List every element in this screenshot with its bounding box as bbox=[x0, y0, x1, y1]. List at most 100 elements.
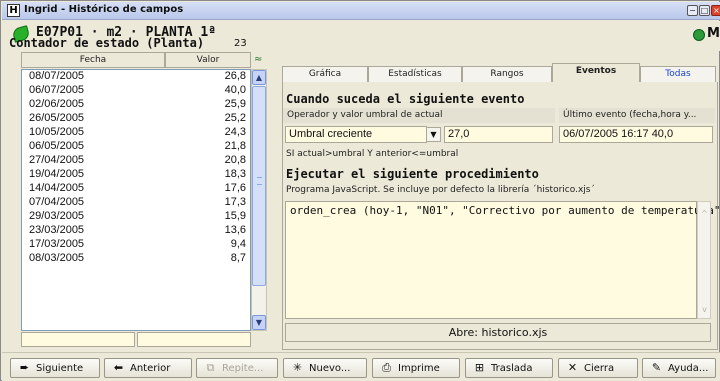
bottom-toolbar: ➨ Siguiente ⬅ Anterior ⧉ Repite... ✳ Nuevo..… bbox=[2, 352, 720, 381]
item-value: 21,8 bbox=[224, 140, 246, 152]
tab-grafica[interactable]: Gráfica bbox=[282, 66, 368, 82]
item-date: 26/05/2005 bbox=[29, 112, 85, 124]
list-item[interactable]: 06/05/2005 21,8 bbox=[22, 140, 250, 153]
list-item[interactable]: 17/03/2005 9,4 bbox=[22, 238, 250, 251]
siguiente-label: Siguiente bbox=[36, 363, 84, 374]
minimize-button[interactable]: − bbox=[687, 5, 698, 16]
open-library-button[interactable]: Abre: historico.xjs bbox=[285, 323, 711, 342]
list-scrollbar[interactable]: ▲ ▼ bbox=[251, 69, 267, 331]
chevron-up-icon[interactable]: ^ bbox=[699, 208, 710, 219]
script-code: orden_crea (hoy-1, "N01", "Correctivo po… bbox=[290, 204, 720, 217]
chevron-down-icon[interactable]: v bbox=[699, 304, 710, 315]
threshold-input[interactable]: 27,0 bbox=[444, 126, 553, 143]
item-value: 17,3 bbox=[224, 196, 246, 208]
item-value: 26,8 bbox=[224, 70, 246, 82]
item-value: 9,4 bbox=[230, 238, 246, 250]
cierra-label: Cierra bbox=[584, 363, 615, 374]
scroll-thumb[interactable] bbox=[252, 86, 266, 286]
item-value: 15,9 bbox=[224, 210, 246, 222]
new-icon: ✳ bbox=[292, 361, 303, 374]
list-item[interactable]: 19/04/2005 18,3 bbox=[22, 168, 250, 181]
list-item[interactable]: 26/05/2005 25,2 bbox=[22, 112, 250, 125]
list-item[interactable]: 23/03/2005 13,6 bbox=[22, 224, 250, 237]
tab-eventos[interactable]: Eventos bbox=[552, 63, 640, 82]
item-date: 17/03/2005 bbox=[29, 238, 85, 250]
anterior-button[interactable]: ⬅ Anterior bbox=[104, 358, 192, 378]
list-item[interactable]: 14/04/2005 17,6 bbox=[22, 182, 250, 195]
imprime-button[interactable]: ⎙ Imprime bbox=[372, 358, 460, 378]
item-date: 10/05/2005 bbox=[29, 126, 85, 138]
history-title: Contador de estado (Planta) bbox=[9, 36, 205, 50]
column-header-date[interactable]: Fecha bbox=[21, 52, 165, 68]
scroll-up-button[interactable]: ▲ bbox=[252, 70, 266, 85]
nuevo-button[interactable]: ✳ Nuevo... bbox=[283, 358, 367, 378]
value-filter-input[interactable] bbox=[137, 332, 251, 347]
maximize-button[interactable]: □ bbox=[699, 5, 710, 16]
close-window-button[interactable]: × bbox=[711, 5, 720, 16]
ayuda-label: Ayuda... bbox=[668, 363, 709, 374]
item-date: 23/03/2005 bbox=[29, 224, 85, 236]
arrow-left-icon: ⬅ bbox=[113, 361, 124, 374]
item-value: 18,3 bbox=[224, 168, 246, 180]
item-date: 08/07/2005 bbox=[29, 70, 85, 82]
main-window: H Ingrid - Histórico de campos − □ × E07… bbox=[0, 0, 720, 381]
binoculars-icon[interactable]: M bbox=[707, 26, 720, 41]
list-item[interactable]: 06/07/2005 40,0 bbox=[22, 84, 250, 97]
imprime-label: Imprime bbox=[398, 363, 440, 374]
item-date: 27/04/2005 bbox=[29, 154, 85, 166]
item-value: 40,0 bbox=[224, 84, 246, 96]
tab-estadisticas[interactable]: Estadísticas bbox=[368, 66, 462, 82]
cierra-button[interactable]: ✕ Cierra bbox=[558, 358, 638, 378]
list-item[interactable]: 08/03/2005 8,7 bbox=[22, 252, 250, 265]
list-item[interactable]: 02/06/2005 25,9 bbox=[22, 98, 250, 111]
date-filter-input[interactable] bbox=[21, 332, 135, 347]
event-heading: Cuando suceda el siguiente evento bbox=[286, 92, 525, 106]
globe-icon[interactable] bbox=[693, 29, 705, 41]
column-header-value[interactable]: Valor bbox=[165, 52, 251, 68]
list-item[interactable]: 08/07/2005 26,8 bbox=[22, 70, 250, 83]
item-value: 13,6 bbox=[224, 224, 246, 236]
list-item[interactable]: 27/04/2005 20,8 bbox=[22, 154, 250, 167]
list-item[interactable]: 29/03/2005 15,9 bbox=[22, 210, 250, 223]
item-date: 02/06/2005 bbox=[29, 98, 85, 110]
window-title: Ingrid - Histórico de campos bbox=[24, 4, 184, 15]
scroll-down-button[interactable]: ▼ bbox=[252, 315, 266, 330]
item-date: 06/05/2005 bbox=[29, 140, 85, 152]
operator-select[interactable]: Umbral creciente bbox=[285, 126, 427, 143]
siguiente-button[interactable]: ➨ Siguiente bbox=[10, 358, 100, 378]
grip-icon bbox=[257, 177, 262, 185]
close-x-icon: ✕ bbox=[567, 361, 578, 374]
procedure-note: Programa JavaScript. Se incluye por defe… bbox=[286, 185, 595, 195]
script-editor[interactable]: orden_crea (hoy-1, "N01", "Correctivo po… bbox=[285, 201, 720, 319]
item-date: 08/03/2005 bbox=[29, 252, 85, 264]
tab-rangos[interactable]: Rangos bbox=[462, 66, 552, 82]
list-item[interactable]: 07/04/2005 17,3 bbox=[22, 196, 250, 209]
item-value: 25,9 bbox=[224, 98, 246, 110]
repite-label: Repite... bbox=[222, 363, 264, 374]
app-icon: H bbox=[7, 4, 20, 17]
item-value: 24,3 bbox=[224, 126, 246, 138]
traslada-label: Traslada bbox=[491, 363, 533, 374]
editor-scrollbar[interactable]: ^ v bbox=[697, 201, 711, 319]
item-value: 8,7 bbox=[230, 252, 246, 264]
tab-strip: Gráfica Estadísticas Rangos Eventos Toda… bbox=[282, 63, 718, 82]
arrow-right-icon: ➨ bbox=[19, 361, 30, 374]
operator-label: Operador y valor umbral de actual bbox=[283, 108, 555, 123]
ayuda-button[interactable]: ✎ Ayuda... bbox=[642, 358, 716, 378]
traslada-button[interactable]: ⊞ Traslada bbox=[465, 358, 553, 378]
repite-button[interactable]: ⧉ Repite... bbox=[196, 358, 278, 378]
record-count: 23 bbox=[234, 38, 247, 49]
tab-todas[interactable]: Todas bbox=[640, 66, 716, 82]
printer-icon: ⎙ bbox=[382, 361, 391, 374]
item-value: 20,8 bbox=[224, 154, 246, 166]
sort-icon[interactable]: ≈ bbox=[254, 54, 262, 65]
anterior-label: Anterior bbox=[130, 363, 171, 374]
list-item[interactable]: 10/05/2005 24,3 bbox=[22, 126, 250, 139]
history-list[interactable]: 08/07/2005 26,8 06/07/2005 40,0 02/06/2005… bbox=[21, 69, 251, 331]
item-date: 19/04/2005 bbox=[29, 168, 85, 180]
help-icon: ✎ bbox=[651, 361, 662, 374]
item-date: 06/07/2005 bbox=[29, 84, 85, 96]
item-value: 17,6 bbox=[224, 182, 246, 194]
item-date: 07/04/2005 bbox=[29, 196, 85, 208]
chevron-down-icon[interactable]: ▼ bbox=[426, 127, 441, 142]
